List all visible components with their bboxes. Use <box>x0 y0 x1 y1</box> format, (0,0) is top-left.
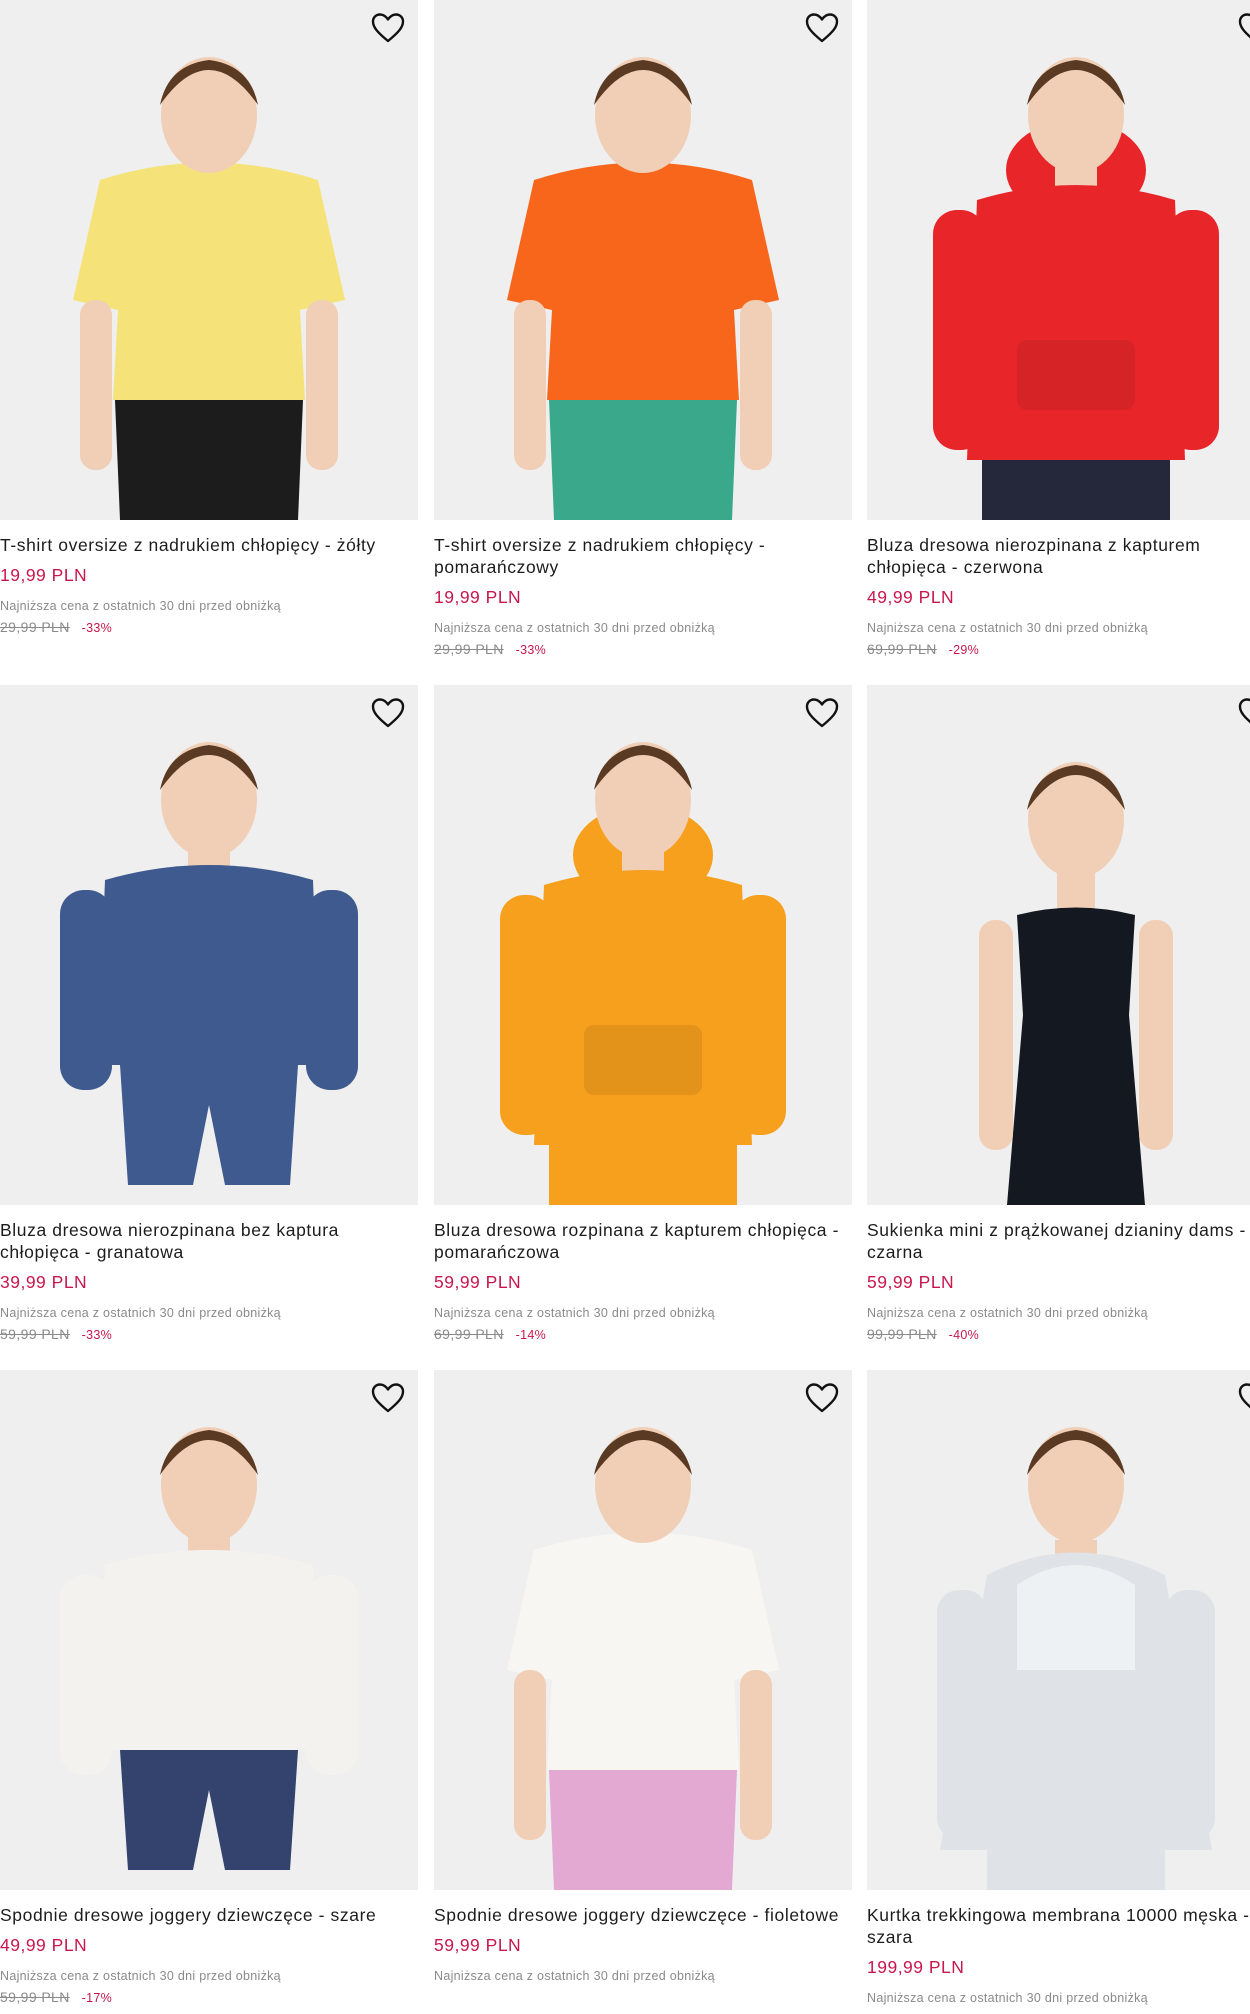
product-title[interactable]: T-shirt oversize z nadrukiem chłopięcy -… <box>434 534 852 578</box>
old-price: 99,99 PLN <box>867 1326 937 1342</box>
heart-outline-icon[interactable] <box>370 1380 406 1416</box>
product-image[interactable] <box>0 1370 418 1890</box>
lowest-price-note: Najniższa cena z ostatnich 30 dni przed … <box>867 621 1148 635</box>
product-title[interactable]: Spodnie dresowe joggery dziewczęce - sza… <box>0 1904 418 1926</box>
product-title[interactable]: Bluza dresowa rozpinana z kapturem chłop… <box>434 1219 852 1263</box>
product-card[interactable]: Spodnie dresowe joggery dziewczęce - sza… <box>0 1370 418 2007</box>
product-image[interactable] <box>0 685 418 1205</box>
old-price: 69,99 PLN <box>867 641 937 657</box>
lowest-price-note: Najniższa cena z ostatnich 30 dni przed … <box>0 599 281 613</box>
product-image[interactable] <box>434 0 852 520</box>
product-card[interactable]: Bluza dresowa nierozpinana bez kaptura c… <box>0 685 418 1344</box>
lowest-price-note: Najniższa cena z ostatnich 30 dni przed … <box>867 1306 1148 1320</box>
product-info: Bluza dresowa rozpinana z kapturem chłop… <box>434 1205 852 1344</box>
product-info: Bluza dresowa nierozpinana z kapturem ch… <box>867 520 1250 659</box>
product-price: 59,99 PLN <box>434 1935 522 1955</box>
lowest-price-note: Najniższa cena z ostatnich 30 dni przed … <box>434 621 715 635</box>
product-grid: T-shirt oversize z nadrukiem chłopięcy -… <box>0 0 1250 2014</box>
product-info: T-shirt oversize z nadrukiem chłopięcy -… <box>0 520 418 637</box>
discount-badge: -14% <box>515 1328 547 1342</box>
heart-outline-icon[interactable] <box>804 10 840 46</box>
product-card[interactable]: Kurtka trekkingowa membrana 10000 męska … <box>867 1370 1250 2006</box>
product-price: 59,99 PLN <box>434 1272 522 1292</box>
lowest-price-note: Najniższa cena z ostatnich 30 dni przed … <box>867 1991 1148 2005</box>
heart-outline-icon[interactable] <box>370 695 406 731</box>
product-price: 49,99 PLN <box>867 587 955 607</box>
product-info: Spodnie dresowe joggery dziewczęce - fio… <box>434 1890 852 1984</box>
product-price: 19,99 PLN <box>434 587 522 607</box>
product-info: T-shirt oversize z nadrukiem chłopięcy -… <box>434 520 852 659</box>
discount-badge: -17% <box>81 1991 113 2005</box>
old-price: 59,99 PLN <box>0 1326 70 1342</box>
product-card[interactable]: Spodnie dresowe joggery dziewczęce - fio… <box>434 1370 852 1984</box>
heart-outline-icon[interactable] <box>804 1380 840 1416</box>
lowest-price-note: Najniższa cena z ostatnich 30 dni przed … <box>0 1306 281 1320</box>
old-price-row: 69,99 PLN -29% <box>867 640 1250 659</box>
product-image[interactable] <box>867 685 1250 1205</box>
product-info: Kurtka trekkingowa membrana 10000 męska … <box>867 1890 1250 2006</box>
old-price-row: 59,99 PLN -33% <box>0 1325 418 1344</box>
heart-outline-icon[interactable] <box>804 695 840 731</box>
heart-outline-icon[interactable] <box>1237 1380 1250 1416</box>
old-price-row: 29,99 PLN -33% <box>434 640 852 659</box>
lowest-price-note: Najniższa cena z ostatnich 30 dni przed … <box>0 1969 281 1983</box>
old-price: 29,99 PLN <box>434 641 504 657</box>
discount-badge: -40% <box>948 1328 980 1342</box>
discount-badge: -29% <box>948 643 980 657</box>
product-card[interactable]: Bluza dresowa rozpinana z kapturem chłop… <box>434 685 852 1344</box>
product-info: Spodnie dresowe joggery dziewczęce - sza… <box>0 1890 418 2007</box>
lowest-price-note: Najniższa cena z ostatnich 30 dni przed … <box>434 1969 715 1983</box>
old-price: 59,99 PLN <box>0 1989 70 2005</box>
product-image[interactable] <box>434 685 852 1205</box>
lowest-price-note: Najniższa cena z ostatnich 30 dni przed … <box>434 1306 715 1320</box>
old-price: 69,99 PLN <box>434 1326 504 1342</box>
product-price: 199,99 PLN <box>867 1957 965 1977</box>
product-card[interactable]: T-shirt oversize z nadrukiem chłopięcy -… <box>0 0 418 637</box>
product-title[interactable]: T-shirt oversize z nadrukiem chłopięcy -… <box>0 534 418 556</box>
old-price-row: 69,99 PLN -14% <box>434 1325 852 1344</box>
heart-outline-icon[interactable] <box>1237 695 1250 731</box>
product-price: 59,99 PLN <box>867 1272 955 1292</box>
product-card[interactable]: Sukienka mini z prążkowanej dzianiny dam… <box>867 685 1250 1344</box>
product-price: 49,99 PLN <box>0 1935 88 1955</box>
product-title[interactable]: Kurtka trekkingowa membrana 10000 męska … <box>867 1904 1250 1948</box>
discount-badge: -33% <box>515 643 547 657</box>
product-info: Bluza dresowa nierozpinana bez kaptura c… <box>0 1205 418 1344</box>
product-price: 39,99 PLN <box>0 1272 88 1292</box>
product-card[interactable]: T-shirt oversize z nadrukiem chłopięcy -… <box>434 0 852 659</box>
product-title[interactable]: Bluza dresowa nierozpinana z kapturem ch… <box>867 534 1250 578</box>
old-price-row: 29,99 PLN -33% <box>0 618 418 637</box>
old-price-row: 99,99 PLN -40% <box>867 1325 1250 1344</box>
heart-outline-icon[interactable] <box>370 10 406 46</box>
product-image[interactable] <box>867 0 1250 520</box>
product-info: Sukienka mini z prążkowanej dzianiny dam… <box>867 1205 1250 1344</box>
product-title[interactable]: Spodnie dresowe joggery dziewczęce - fio… <box>434 1904 852 1926</box>
old-price-row: 59,99 PLN -17% <box>0 1988 418 2007</box>
old-price: 29,99 PLN <box>0 619 70 635</box>
product-card[interactable]: Bluza dresowa nierozpinana z kapturem ch… <box>867 0 1250 659</box>
discount-badge: -33% <box>81 621 113 635</box>
product-image[interactable] <box>0 0 418 520</box>
heart-outline-icon[interactable] <box>1237 10 1250 46</box>
product-price: 19,99 PLN <box>0 565 88 585</box>
discount-badge: -33% <box>81 1328 113 1342</box>
product-title[interactable]: Bluza dresowa nierozpinana bez kaptura c… <box>0 1219 418 1263</box>
product-image[interactable] <box>867 1370 1250 1890</box>
product-title[interactable]: Sukienka mini z prążkowanej dzianiny dam… <box>867 1219 1250 1263</box>
product-image[interactable] <box>434 1370 852 1890</box>
